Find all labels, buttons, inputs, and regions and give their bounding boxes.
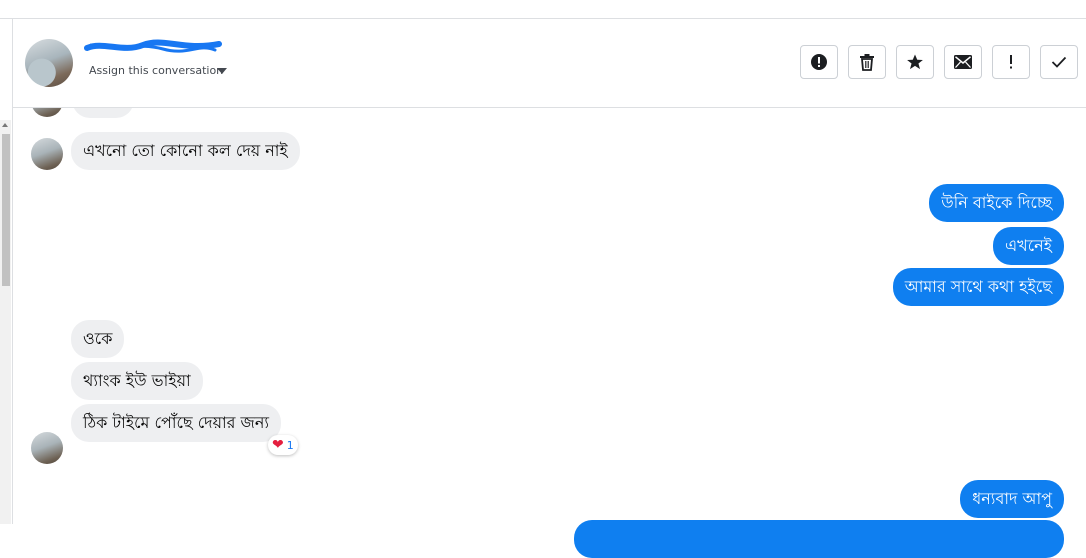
redacted-contact-name <box>84 39 222 53</box>
reaction-badge[interactable]: ❤ 1 <box>268 435 298 455</box>
scrollbar-thumb[interactable] <box>2 134 10 286</box>
message-outgoing: ধন্যবাদ আপু <box>960 480 1064 518</box>
assign-conversation-link[interactable]: Assign this conversation <box>89 64 223 77</box>
message-incoming: থ্যাংক ইউ ভাইয়া <box>71 362 203 400</box>
contact-avatar-small <box>31 138 63 170</box>
message-incoming: এখনো তো কোনো কল দেয় নাই <box>71 132 300 170</box>
contact-avatar-small <box>31 432 63 464</box>
check-icon <box>1051 56 1067 68</box>
star-button[interactable] <box>896 45 934 79</box>
scroll-up-arrow-icon[interactable] <box>2 123 8 127</box>
trash-icon <box>860 54 874 71</box>
mark-done-button[interactable] <box>1040 45 1078 79</box>
important-button[interactable] <box>992 45 1030 79</box>
contact-avatar[interactable] <box>25 39 73 87</box>
message-outgoing: উনি বাইকে দিচ্ছে <box>929 184 1064 222</box>
envelope-icon <box>954 55 972 69</box>
spam-button[interactable] <box>800 45 838 79</box>
message-outgoing-partial <box>574 520 1064 558</box>
heart-icon: ❤ <box>272 437 284 453</box>
conversation-header: Assign this conversation <box>13 19 1086 108</box>
star-icon <box>907 54 923 70</box>
message-outgoing: আমার সাথে কথা হইছে <box>892 268 1064 306</box>
exclamation-icon <box>1010 55 1012 69</box>
alert-circle-icon <box>811 54 827 70</box>
message-incoming: ওকে <box>71 320 125 358</box>
delete-button[interactable] <box>848 45 886 79</box>
mark-unread-button[interactable] <box>944 45 982 79</box>
message-incoming: ঠিক টাইমে পোঁছে দেয়ার জন্য <box>71 404 282 442</box>
chevron-down-icon[interactable] <box>217 68 227 74</box>
reaction-count: 1 <box>286 438 294 452</box>
message-outgoing: এখনেই <box>993 227 1064 265</box>
